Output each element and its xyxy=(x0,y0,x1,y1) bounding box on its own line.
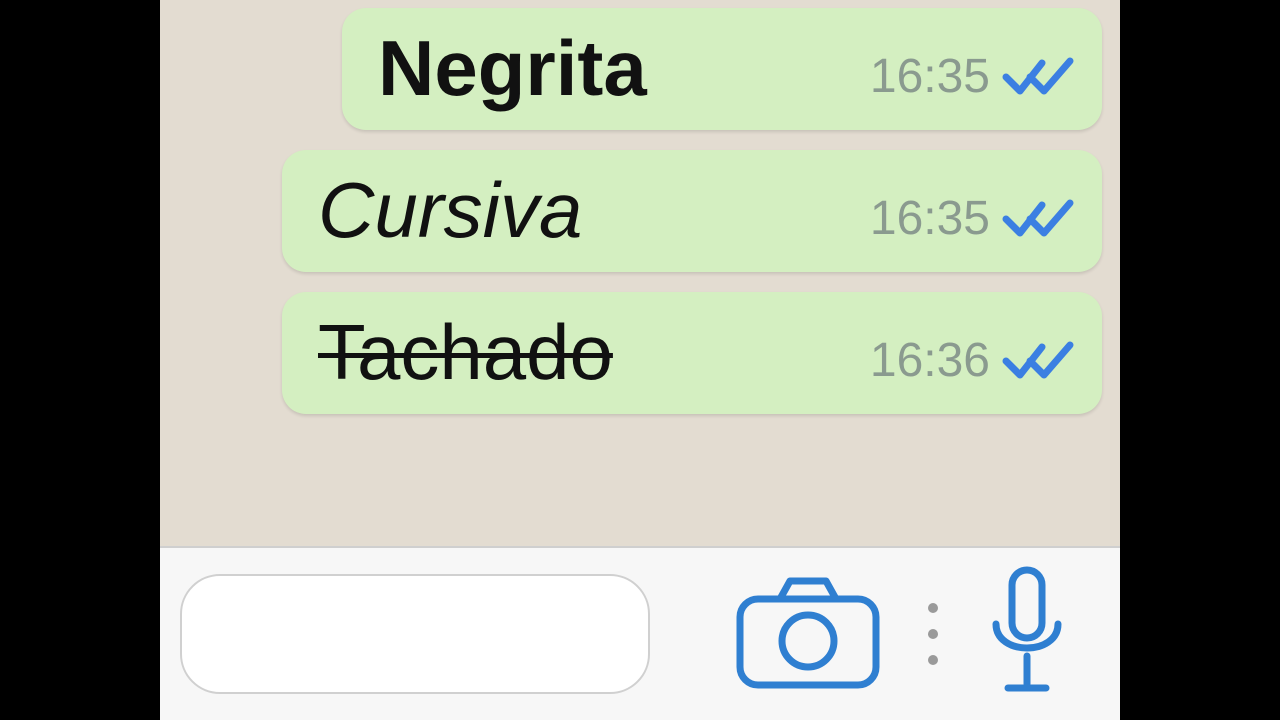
message-text: Tachado xyxy=(318,312,822,394)
message-meta: 16:35 xyxy=(870,49,1076,110)
message-bubble[interactable]: Cursiva 16:35 xyxy=(282,150,1102,272)
message-row: Tachado 16:36 xyxy=(178,292,1102,414)
double-check-icon xyxy=(1002,337,1076,383)
message-bubble[interactable]: Negrita 16:35 xyxy=(342,8,1102,130)
message-time: 16:35 xyxy=(870,191,990,246)
double-check-icon xyxy=(1002,53,1076,99)
chat-window: Negrita 16:35 Cursiva 16:35 xyxy=(160,0,1120,720)
message-input[interactable] xyxy=(180,574,650,694)
double-check-icon xyxy=(1002,195,1076,241)
more-vertical-icon xyxy=(920,603,946,665)
message-text: Negrita xyxy=(378,28,822,110)
message-bubble[interactable]: Tachado 16:36 xyxy=(282,292,1102,414)
mic-button[interactable] xyxy=(984,566,1070,703)
camera-button[interactable] xyxy=(734,573,882,696)
message-text: Cursiva xyxy=(318,170,822,252)
camera-icon xyxy=(734,573,882,696)
message-time: 16:36 xyxy=(870,333,990,388)
message-meta: 16:35 xyxy=(870,191,1076,252)
more-options-button[interactable] xyxy=(920,603,946,665)
message-meta: 16:36 xyxy=(870,333,1076,394)
input-toolbar xyxy=(160,546,1120,720)
message-row: Negrita 16:35 xyxy=(178,8,1102,130)
message-time: 16:35 xyxy=(870,49,990,104)
message-row: Cursiva 16:35 xyxy=(178,150,1102,272)
chat-messages: Negrita 16:35 Cursiva 16:35 xyxy=(160,0,1120,546)
microphone-icon xyxy=(984,566,1070,703)
